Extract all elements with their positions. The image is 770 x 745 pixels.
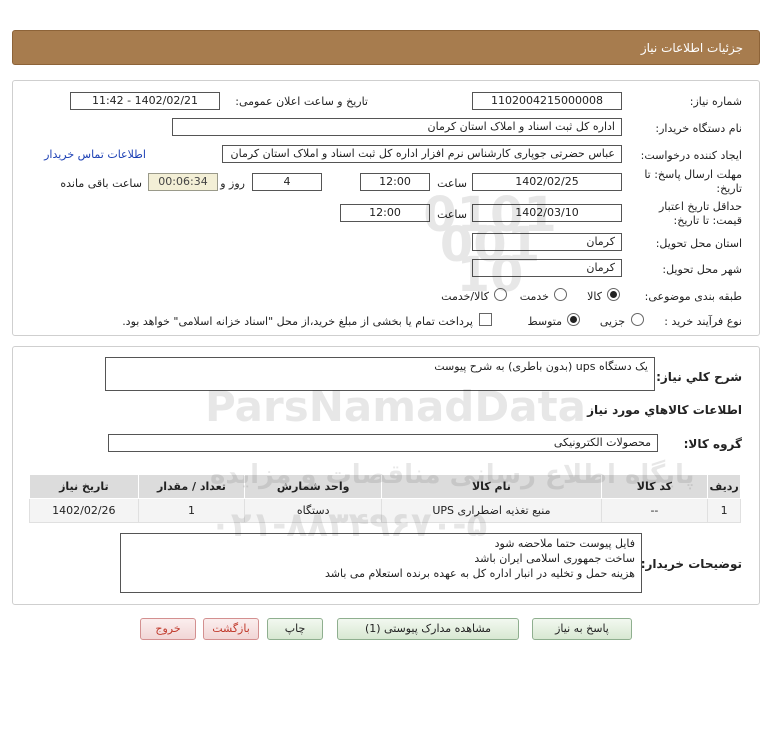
response-deadline-label: مهلت ارسال پاسخ: تا تاریخ: [644,168,742,195]
delivery-city-label: شهر محل تحویل: [662,263,742,276]
process-radio-minor[interactable] [631,313,644,326]
category-option-service: خدمت [519,290,549,303]
page-title: جزئیات اطلاعات نیاز [640,41,743,55]
goods-table-header: ردیف کد کالا نام کالا واحد شمارش تعداد /… [29,474,741,499]
cell-item-name: منبع تغذیه اضطراری UPS [381,498,602,523]
category-option-goods-service: کالا/خدمت [441,290,489,303]
col-item-code: کد کالا [600,474,709,499]
treasury-note: پرداخت تمام یا بخشی از مبلغ خرید،از محل … [122,315,473,328]
buyer-notes-field[interactable]: فایل پیوست حتما ملاحضه شود ساخت جمهوری ا… [120,533,642,593]
col-unit: واحد شمارش [244,474,383,499]
price-validity-date-field[interactable]: 1402/03/10 [472,204,622,222]
buyer-note-line: فایل پیوست حتما ملاحضه شود [494,537,635,550]
category-label: طبقه بندی موضوعی: [644,290,742,303]
category-radio-goods-service[interactable] [494,288,507,301]
treasury-checkbox[interactable] [479,313,492,326]
back-button-label: بازگشت [212,622,250,635]
buyer-org-label: نام دستگاه خریدار: [655,122,742,135]
buyer-note-line: ساخت جمهوری اسلامی ایران باشد [474,552,635,565]
price-validity-label-1: حداقل تاریخ اعتبار [658,200,742,213]
response-days-field[interactable]: 4 [252,173,322,191]
price-validity-time-field[interactable]: 12:00 [340,204,430,222]
remaining-time-label: ساعت باقی مانده [60,177,142,190]
col-item-name: نام کالا [381,474,602,499]
delivery-province-label: استان محل تحویل: [655,237,742,250]
buyer-notes-label: توضیحات خریدار: [640,557,742,571]
price-validity-time-label: ساعت [437,208,467,221]
back-button[interactable]: بازگشت [203,618,259,640]
cell-quantity: 1 [137,498,246,523]
col-row-number: ردیف [707,474,741,499]
attachments-button[interactable]: مشاهده مدارک پیوستی (1) [337,618,519,640]
summary-field[interactable]: یک دستگاه ups (بدون باطری) به شرح پیوست [105,357,655,391]
goods-table: ردیف کد کالا نام کالا واحد شمارش تعداد /… [29,474,741,523]
buyer-contact-link[interactable]: اطلاعات تماس خریدار [44,148,146,161]
col-need-date: تاریخ نیاز [29,474,139,499]
price-validity-label-2: قیمت: تا تاریخ: [673,214,742,227]
attachments-button-label: مشاهده مدارک پیوستی (1) [364,622,492,635]
response-time-label: ساعت [437,177,467,190]
response-date-field[interactable]: 1402/02/25 [472,173,622,191]
cell-row-number: 1 [707,498,741,523]
process-option-minor: جزیی [599,315,625,328]
need-number-field[interactable]: 1102004215000008 [472,92,622,110]
category-radio-goods[interactable] [607,288,620,301]
announce-datetime-label: تاریخ و ساعت اعلان عمومی: [235,95,368,108]
requester-label: ایجاد کننده درخواست: [640,149,742,162]
reply-button[interactable]: پاسخ به نیاز [532,618,632,640]
cell-item-code: -- [600,498,709,523]
summary-label: شرح کلي نياز: [656,370,742,384]
need-number-label: شماره نیاز: [689,95,742,108]
buyer-org-field[interactable]: اداره کل ثبت اسناد و املاک استان کرمان [172,118,622,136]
process-radio-medium[interactable] [567,313,580,326]
table-row[interactable]: 1 -- منبع تغذیه اضطراری UPS دستگاه 1 140… [29,498,741,523]
delivery-province-field[interactable]: کرمان [472,233,622,251]
goods-info-heading: اطلاعات کالاهاي مورد نياز [587,403,742,417]
requester-field[interactable]: عباس حضرتی جوپاری کارشناس نرم افزار ادار… [222,145,622,163]
reply-button-label: پاسخ به نیاز [555,622,609,635]
print-button[interactable]: چاپ [267,618,323,640]
print-button-label: چاپ [284,622,306,635]
cell-unit: دستگاه [244,498,383,523]
category-option-goods: کالا [587,290,602,303]
exit-button-label: خروج [155,622,181,635]
page-header: جزئیات اطلاعات نیاز [12,30,760,65]
days-label: روز و [220,177,245,190]
process-option-medium: متوسط [527,315,562,328]
buyer-note-line: هزینه حمل و تخلیه در انبار اداره کل به ع… [325,567,635,580]
purchase-process-label: نوع فرآیند خرید : [664,315,742,328]
category-radio-service[interactable] [554,288,567,301]
announce-datetime-field[interactable]: 1402/02/21 - 11:42 [70,92,220,110]
goods-group-field[interactable]: محصولات الکترونیکی [108,434,658,452]
response-time-field[interactable]: 12:00 [360,173,430,191]
remaining-time-field: 00:06:34 [148,173,218,191]
delivery-city-field[interactable]: کرمان [472,259,622,277]
goods-group-label: گروه کالا: [683,437,742,451]
exit-button[interactable]: خروج [140,618,196,640]
cell-need-date: 1402/02/26 [29,498,139,523]
col-quantity: تعداد / مقدار [137,474,246,499]
